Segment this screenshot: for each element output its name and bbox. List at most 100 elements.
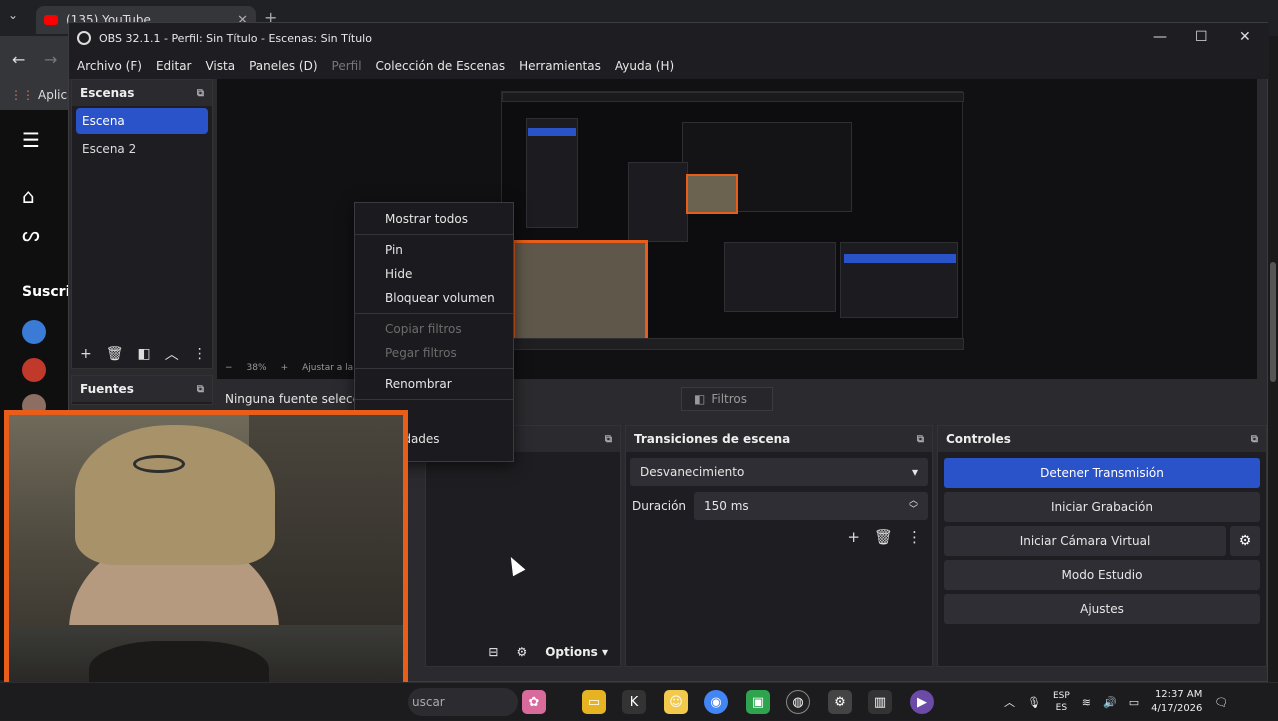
context-menu-item: Copiar filtros <box>385 322 462 336</box>
menu-item[interactable]: Colección de Escenas <box>376 59 506 73</box>
undock-icon[interactable]: ⧉ <box>197 384 204 395</box>
more-icon[interactable]: ⋮ <box>907 528 922 546</box>
mini-transitions <box>724 242 836 312</box>
search-label: uscar <box>412 695 445 709</box>
sources-title: Fuentes <box>80 382 134 396</box>
remove-transition-icon[interactable]: 🗑 <box>874 528 893 546</box>
scrollbar-thumb[interactable] <box>1270 262 1276 382</box>
menu-item[interactable]: Paneles (D) <box>249 59 317 73</box>
settings-icon[interactable]: ⚙ <box>828 690 852 714</box>
mixer-settings-icon[interactable]: ⚙ <box>516 645 527 659</box>
obs-taskbar-icon[interactable]: ◍ <box>786 690 810 714</box>
menu-item[interactable]: Herramientas <box>519 59 601 73</box>
clock-time: 12:37 AM <box>1154 689 1203 700</box>
scene-item[interactable]: Escena <box>76 108 208 134</box>
start-recording-button[interactable]: Iniciar Grabación <box>944 492 1260 522</box>
context-menu-separator <box>355 368 513 369</box>
undock-icon[interactable]: ⧉ <box>605 434 612 445</box>
wifi-icon[interactable]: ≋ <box>1082 696 1091 709</box>
clock[interactable]: 12:37 AM 4/17/2026 <box>1151 688 1202 716</box>
stop-streaming-button[interactable]: Detener Transmisión <box>944 458 1260 488</box>
close-button[interactable]: ✕ <box>1239 29 1251 45</box>
mini-scene-selected <box>528 128 576 136</box>
channel-avatar[interactable] <box>22 320 46 344</box>
menu-icon[interactable]: ☰ <box>22 128 40 152</box>
shorts-icon[interactable]: ᔕ <box>22 222 40 246</box>
context-menu-item[interactable]: Hide <box>355 262 513 286</box>
controls-dock: Controles ⧉ Detener Transmisión Iniciar … <box>937 425 1267 667</box>
menu-item[interactable]: Perfil <box>332 59 362 73</box>
battery-icon[interactable]: ▭ <box>1129 696 1139 709</box>
scene-item[interactable]: Escena 2 <box>76 136 208 162</box>
dropdown-arrow-icon: ▾ <box>911 465 918 479</box>
chrome-icon[interactable]: ◉ <box>704 690 728 714</box>
more-icon[interactable]: ⋮ <box>193 346 207 362</box>
channel-avatar[interactable] <box>22 358 46 382</box>
taskbar: uscar ✿ ▭ K ☺ ◉ ▣ ◍ ⚙ ▥ ▶ ︿ 🎙 ESP ES ≋ 🔊… <box>0 682 1278 720</box>
app-icon[interactable]: ▣ <box>746 690 770 714</box>
context-menu-item[interactable]: Renombrar <box>355 372 513 396</box>
settings-button[interactable]: Ajustes <box>944 594 1260 624</box>
studio-mode-button[interactable]: Modo Estudio <box>944 560 1260 590</box>
mini-stop-stream <box>844 254 956 263</box>
zoom-out-icon[interactable]: − <box>225 363 233 373</box>
menu-item[interactable]: Archivo (F) <box>77 59 142 73</box>
add-scene-icon[interactable]: + <box>80 346 92 362</box>
scene-filters-icon[interactable]: ◧ <box>138 346 151 362</box>
context-menu-item[interactable]: Mostrar todos <box>355 207 513 231</box>
language-indicator[interactable]: ESP ES <box>1053 690 1070 714</box>
scene-toolbar: + 🗑 ◧ ︿ ⋮ <box>72 340 212 368</box>
forward-icon[interactable]: → <box>44 50 57 69</box>
clock-date: 4/17/2026 <box>1151 703 1203 714</box>
transition-select[interactable]: Desvanecimiento ▾ <box>630 458 928 486</box>
page-scrollbar[interactable] <box>1268 36 1278 682</box>
spinner-arrows-icon[interactable]: ︿ ﹀ <box>909 497 918 515</box>
volume-icon[interactable]: 🔊 <box>1103 696 1117 709</box>
minimize-button[interactable]: — <box>1153 29 1167 45</box>
filters-icon: ◧ <box>694 392 706 406</box>
media-player-icon[interactable]: ▶ <box>910 690 934 714</box>
fit-label[interactable]: Ajustar a la v <box>302 363 361 373</box>
filters-button[interactable]: ◧ Filtros <box>681 387 773 411</box>
context-menu-separator <box>355 399 513 400</box>
preview-screen-capture <box>501 91 964 350</box>
app-icon[interactable]: K <box>622 690 646 714</box>
tab-search-icon[interactable]: ⌄ <box>8 8 18 22</box>
undock-icon[interactable]: ⧉ <box>197 88 204 99</box>
app-icon[interactable]: ▥ <box>868 690 892 714</box>
apps-grid-icon[interactable]: ⋮⋮ <box>10 88 34 102</box>
back-icon[interactable]: ← <box>12 50 25 69</box>
remove-scene-icon[interactable]: 🗑 <box>106 346 124 362</box>
scenes-title: Escenas <box>80 86 135 100</box>
context-menu-item[interactable]: Bloquear volumen <box>355 286 513 310</box>
duration-spinbox[interactable]: 150 ms ︿ ﹀ <box>694 492 928 520</box>
maximize-button[interactable]: ☐ <box>1195 29 1208 45</box>
virtual-camera-settings-icon[interactable]: ⚙ <box>1230 526 1260 556</box>
menu-item[interactable]: Vista <box>205 59 235 73</box>
tray-overflow-icon[interactable]: ︿ <box>1004 694 1015 710</box>
home-icon[interactable]: ⌂ <box>22 184 35 208</box>
undock-icon[interactable]: ⧉ <box>917 434 924 445</box>
menu-item[interactable]: Editar <box>156 59 192 73</box>
start-virtual-camera-button[interactable]: Iniciar Cámara Virtual <box>944 526 1226 556</box>
widgets-icon[interactable]: ✿ <box>522 690 546 714</box>
context-menu-item: Pegar filtros <box>385 346 457 360</box>
move-up-icon[interactable]: ︿ <box>165 344 179 364</box>
context-menu-separator <box>355 234 513 235</box>
file-explorer-icon[interactable]: ▭ <box>582 690 606 714</box>
context-menu-item[interactable]: Pin <box>355 238 513 262</box>
add-transition-icon[interactable]: + <box>847 528 860 546</box>
notifications-icon[interactable]: 🗨 <box>1214 696 1228 709</box>
sources-header: Fuentes ⧉ <box>72 376 212 402</box>
taskbar-search[interactable]: uscar <box>408 688 518 716</box>
menu-item[interactable]: Ayuda (H) <box>615 59 674 73</box>
undock-icon[interactable]: ⧉ <box>1251 434 1258 445</box>
microphone-icon[interactable]: 🎙 <box>1027 696 1041 709</box>
zoom-in-icon[interactable]: + <box>281 363 289 373</box>
controls-title: Controles <box>946 432 1011 446</box>
mini-context-menu <box>628 162 688 242</box>
app-icon[interactable]: ☺ <box>664 690 688 714</box>
duration-value: 150 ms <box>704 499 749 513</box>
options-button[interactable]: Options ▾ <box>545 645 608 659</box>
mixer-layout-icon[interactable]: ⊟ <box>488 645 498 659</box>
